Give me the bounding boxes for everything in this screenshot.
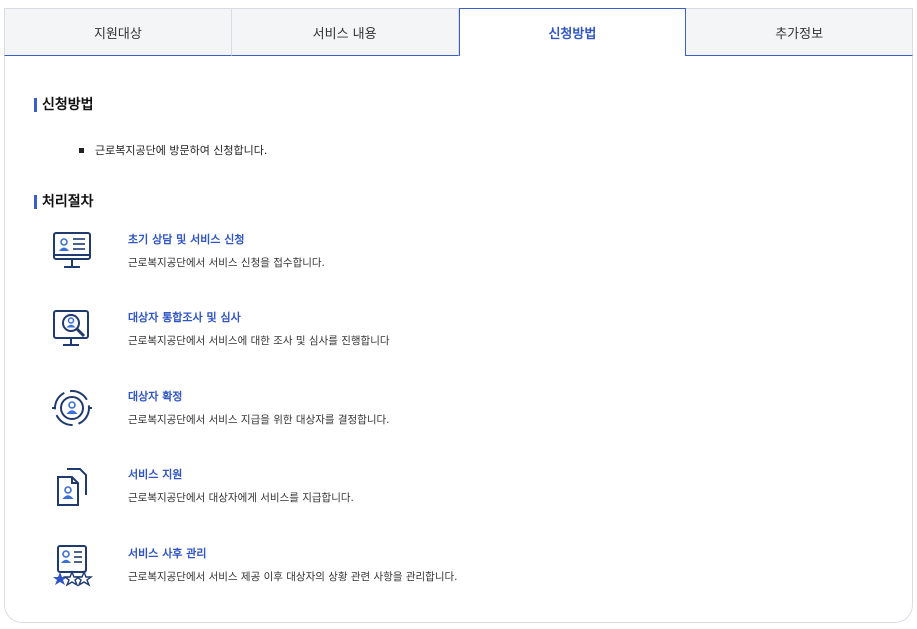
- target-user-icon: [52, 390, 92, 426]
- monitor-profile-icon: [53, 232, 91, 268]
- step-title: 초기 상담 및 서비스 신청: [128, 233, 245, 246]
- tab-how-to-apply[interactable]: 신청방법: [458, 8, 687, 56]
- step-description: 근로복지공단에서 서비스에 대한 조사 및 심사를 진행합니다: [128, 335, 390, 347]
- documents-user-icon: [57, 468, 87, 506]
- step-title: 서비스 사후 관리: [128, 547, 207, 560]
- apply-item-text: 근로복지공단에 방문하여 신청합니다.: [95, 144, 268, 157]
- monitor-search-user-icon: [53, 310, 89, 346]
- tab-bar: 지원대상 서비스 내용 신청방법 추가정보: [4, 8, 913, 56]
- process-step: 서비스 사후 관리 근로복지공단에서 서비스 제공 이후 대상자의 상황 관련 …: [50, 544, 850, 604]
- list-item: 근로복지공단에 방문하여 신청합니다.: [79, 143, 267, 159]
- step-description: 근로복지공단에서 서비스 신청을 접수합니다.: [128, 257, 325, 269]
- process-step: 대상자 확정 근로복지공단에서 서비스 지급을 위한 대상자를 결정합니다.: [50, 387, 850, 447]
- tab-eligibility[interactable]: 지원대상: [4, 8, 232, 56]
- process-step: 대상자 통합조사 및 심사 근로복지공단에서 서비스에 대한 조사 및 심사를 …: [50, 308, 850, 368]
- tab-additional-info[interactable]: 추가정보: [686, 8, 913, 56]
- step-title: 대상자 통합조사 및 심사: [128, 311, 241, 324]
- step-description: 근로복지공단에서 서비스 지급을 위한 대상자를 결정합니다.: [128, 414, 390, 426]
- step-title: 대상자 확정: [128, 390, 183, 403]
- step-description: 근로복지공단에서 대상자에게 서비스를 지급합니다.: [128, 492, 354, 504]
- process-section-title: 처리절차: [34, 194, 94, 210]
- profile-rating-icon: [53, 545, 94, 587]
- process-step: 초기 상담 및 서비스 신청 근로복지공단에서 서비스 신청을 접수합니다.: [50, 230, 850, 290]
- process-step: 서비스 지원 근로복지공단에서 대상자에게 서비스를 지급합니다.: [50, 465, 850, 525]
- step-title: 서비스 지원: [128, 468, 183, 481]
- step-description: 근로복지공단에서 서비스 제공 이후 대상자의 상황 관련 사항을 관리합니다.: [128, 571, 458, 583]
- tab-service-content[interactable]: 서비스 내용: [231, 8, 459, 56]
- apply-section-title: 신청방법: [34, 97, 94, 113]
- bullet-icon: [79, 148, 84, 153]
